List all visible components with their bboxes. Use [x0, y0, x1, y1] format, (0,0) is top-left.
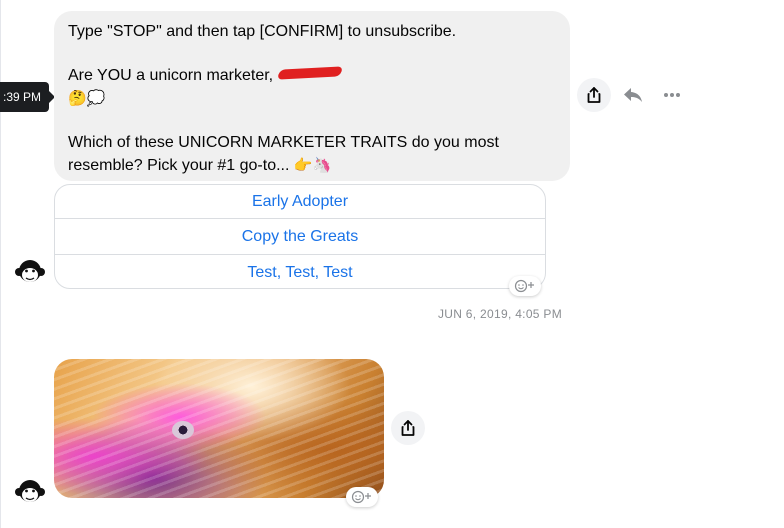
timestamp-tooltip: :39 PM: [0, 82, 55, 112]
share-icon: [587, 87, 601, 103]
quick-reply-test-test-test[interactable]: Test, Test, Test: [55, 254, 545, 288]
quick-reply-group: Early Adopter Copy the Greats Test, Test…: [54, 184, 546, 289]
share-image-button[interactable]: [391, 411, 425, 445]
message-emoji-thinking: 🤔💭: [68, 87, 556, 110]
message-line-traits: Which of these UNICORN MARKETER TRAITS d…: [68, 132, 556, 177]
add-reaction-image-button[interactable]: [346, 487, 378, 507]
message-line-question: Are YOU a unicorn marketer,: [68, 65, 556, 87]
left-divider: [0, 0, 1, 528]
share-icon: [401, 420, 415, 436]
message-question-text: Are YOU a unicorn marketer,: [68, 67, 274, 84]
add-reaction-button[interactable]: [509, 276, 541, 296]
share-button[interactable]: [577, 78, 611, 112]
monkey-avatar-icon[interactable]: [14, 256, 46, 288]
monkey-avatar-icon[interactable]: [14, 476, 46, 508]
redacted-name: [277, 66, 344, 80]
timestamp-text: :39 PM: [2, 90, 41, 104]
more-icon: [664, 93, 680, 97]
pointing-unicorn-emoji-icon: 👉🦄: [293, 156, 332, 174]
image-attachment[interactable]: [54, 359, 384, 498]
add-reaction-icon: [351, 490, 371, 504]
more-options-button[interactable]: [660, 86, 684, 104]
thinking-emoji-icon: 🤔💭: [68, 89, 106, 107]
message-line-unsubscribe: Type "STOP" and then tap [CONFIRM] to un…: [68, 23, 457, 40]
quick-reply-copy-the-greats[interactable]: Copy the Greats: [55, 218, 545, 254]
add-reaction-icon: [514, 279, 534, 293]
message-bubble[interactable]: Type "STOP" and then tap [CONFIRM] to un…: [54, 11, 570, 181]
reply-icon: [624, 88, 642, 102]
message-traits-text: Which of these UNICORN MARKETER TRAITS d…: [68, 134, 499, 174]
reply-button[interactable]: [622, 86, 644, 104]
date-separator: JUN 6, 2019, 4:05 PM: [437, 307, 562, 321]
quick-reply-early-adopter[interactable]: Early Adopter: [55, 185, 545, 218]
